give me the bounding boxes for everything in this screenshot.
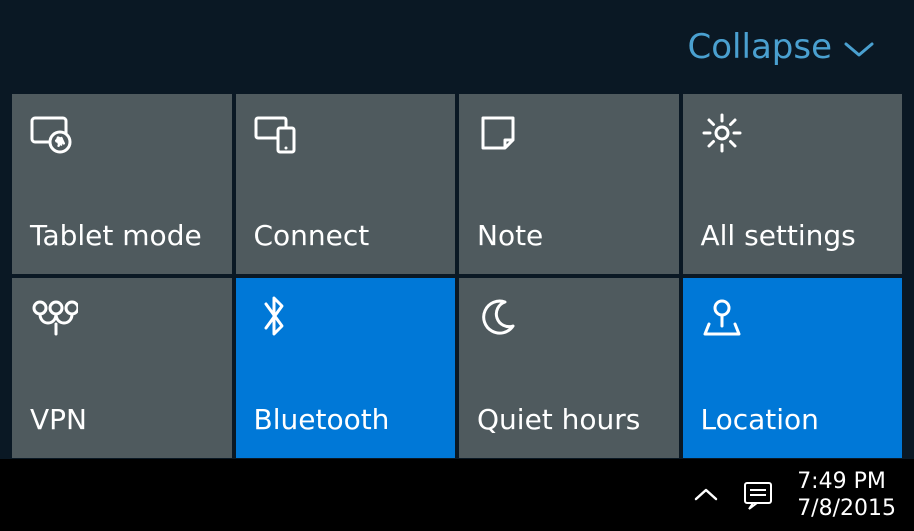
taskbar-time: 7:49 PM <box>797 468 896 496</box>
quick-action-label: Bluetooth <box>254 403 438 436</box>
bluetooth-icon <box>254 296 438 340</box>
quick-action-all-settings[interactable]: All settings <box>683 94 903 274</box>
quick-action-vpn[interactable]: VPN <box>12 278 232 458</box>
quick-action-label: Tablet mode <box>30 219 214 252</box>
connect-icon <box>254 112 438 156</box>
tablet-mode-icon <box>30 112 214 156</box>
quick-action-label: Note <box>477 219 661 252</box>
quick-action-bluetooth[interactable]: Bluetooth <box>236 278 456 458</box>
vpn-icon <box>30 296 214 340</box>
tray-overflow-button[interactable] <box>693 487 719 503</box>
quick-action-label: All settings <box>701 219 885 252</box>
quick-action-tablet-mode[interactable]: Tablet mode <box>12 94 232 274</box>
quick-action-location[interactable]: Location <box>683 278 903 458</box>
chevron-down-icon <box>844 27 874 67</box>
taskbar-clock[interactable]: 7:49 PM 7/8/2015 <box>797 468 896 523</box>
quick-action-note[interactable]: Note <box>459 94 679 274</box>
quick-action-quiet-hours[interactable]: Quiet hours <box>459 278 679 458</box>
quiet-hours-icon <box>477 296 661 340</box>
quick-action-label: Connect <box>254 219 438 252</box>
action-center-header: Collapse <box>10 0 904 94</box>
note-icon <box>477 112 661 156</box>
action-center-panel: Collapse Tablet mode Connect Note All setti… <box>0 0 914 458</box>
collapse-label: Collapse <box>688 27 832 67</box>
taskbar: 7:49 PM 7/8/2015 <box>0 459 914 531</box>
quick-action-connect[interactable]: Connect <box>236 94 456 274</box>
quick-action-label: VPN <box>30 403 214 436</box>
quick-action-label: Location <box>701 403 885 436</box>
taskbar-date: 7/8/2015 <box>797 495 896 523</box>
location-icon <box>701 296 885 340</box>
notifications-icon[interactable] <box>741 478 775 512</box>
collapse-button[interactable]: Collapse <box>688 27 874 67</box>
quick-action-label: Quiet hours <box>477 403 661 436</box>
settings-icon <box>701 112 885 156</box>
quick-actions-grid: Tablet mode Connect Note All settings VPN Blu… <box>10 94 904 458</box>
